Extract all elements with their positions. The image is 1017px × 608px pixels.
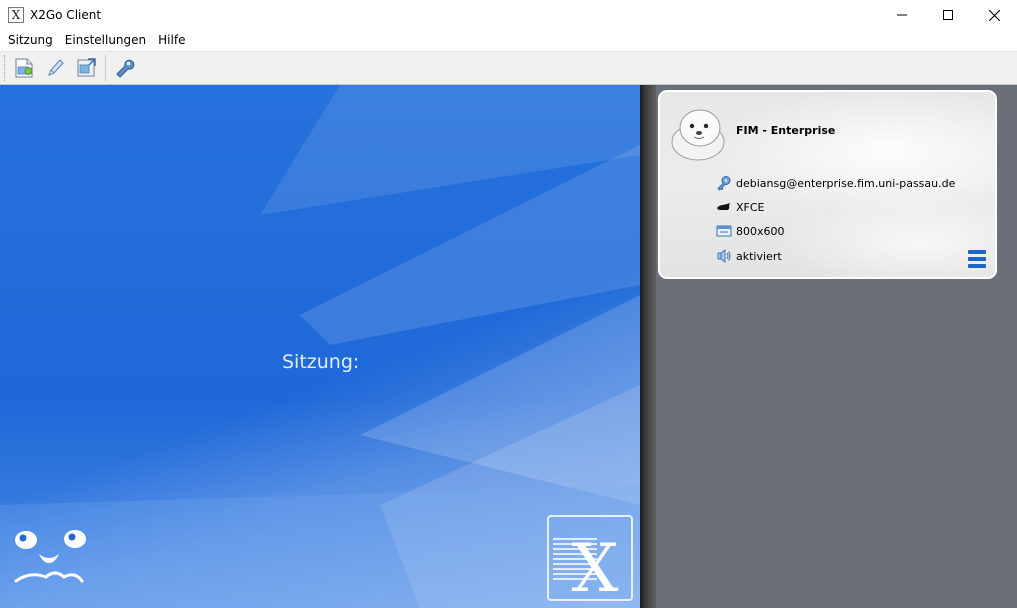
close-button[interactable] <box>971 0 1017 30</box>
key-icon <box>716 175 732 191</box>
session-desktop: XFCE <box>736 200 765 214</box>
x2go-x-logo: X <box>547 515 633 607</box>
toolbar <box>0 51 1017 85</box>
x2go-app-icon: X <box>8 7 24 23</box>
session-resolution: 800x600 <box>736 224 785 238</box>
session-server: debiansg@enterprise.fim.uni-passau.de <box>736 176 956 190</box>
session-resolution-row: 800x600 <box>716 222 785 240</box>
menu-sitzung[interactable]: Sitzung <box>2 31 59 50</box>
close-icon <box>988 9 1000 21</box>
session-area: Sitzung: X <box>0 85 640 608</box>
speaker-icon <box>716 248 732 264</box>
new-session-button[interactable] <box>10 54 38 82</box>
window-controls <box>879 0 1017 30</box>
session-desktop-row: XFCE <box>716 198 765 216</box>
xfce-mouse-icon <box>716 199 732 215</box>
title-bar: X X2Go Client <box>0 0 1017 30</box>
session-export-icon <box>77 58 96 77</box>
export-session-button[interactable] <box>72 54 100 82</box>
window-title: X2Go Client <box>30 8 102 22</box>
session-card[interactable]: FIM - Enterprise debiansg@enterprise.fim… <box>658 90 997 279</box>
session-server-row: debiansg@enterprise.fim.uni-passau.de <box>716 174 955 192</box>
session-label: Sitzung: <box>282 351 360 373</box>
minimize-icon <box>897 14 907 16</box>
toolbar-separator <box>105 55 106 81</box>
session-menu-icon[interactable] <box>968 250 986 268</box>
maximize-button[interactable] <box>925 0 971 30</box>
edit-session-icon <box>48 59 64 76</box>
x2go-mascot-icon <box>14 530 86 583</box>
minimize-button[interactable] <box>879 0 925 30</box>
svg-text:X: X <box>572 530 619 599</box>
session-name: FIM - Enterprise <box>736 124 836 137</box>
background-rays <box>0 85 640 608</box>
maximize-icon <box>943 10 953 20</box>
panel-divider[interactable] <box>640 85 656 608</box>
toolbar-grip[interactable] <box>4 55 6 81</box>
settings-button[interactable] <box>110 54 138 82</box>
menu-einstellungen[interactable]: Einstellungen <box>59 31 152 50</box>
new-session-icon <box>15 58 33 78</box>
settings-wrench-icon <box>116 59 135 78</box>
edit-session-button[interactable] <box>41 54 69 82</box>
session-sound: aktiviert <box>736 249 782 263</box>
x-logo-icon: X <box>553 530 619 607</box>
seal-avatar-icon <box>671 109 725 161</box>
menu-hilfe[interactable]: Hilfe <box>152 31 191 50</box>
menu-bar: Sitzung Einstellungen Hilfe <box>0 30 1017 51</box>
session-sound-row: aktiviert <box>716 247 782 265</box>
display-icon <box>716 223 732 239</box>
